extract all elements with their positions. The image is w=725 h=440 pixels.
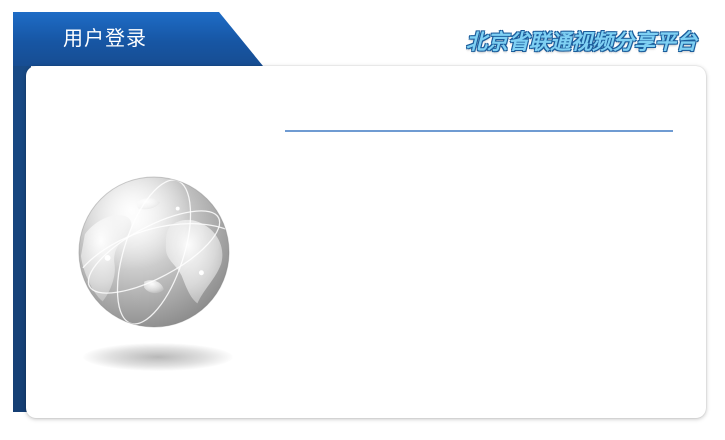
globe-illustration (75, 173, 235, 373)
login-tab-title: 用户登录 (63, 26, 147, 50)
login-panel (26, 66, 706, 418)
form-divider (285, 130, 673, 132)
globe-icon (78, 176, 230, 328)
globe-shadow (83, 343, 233, 371)
brand-title: 北京省联通视频分享平台 (466, 30, 697, 54)
